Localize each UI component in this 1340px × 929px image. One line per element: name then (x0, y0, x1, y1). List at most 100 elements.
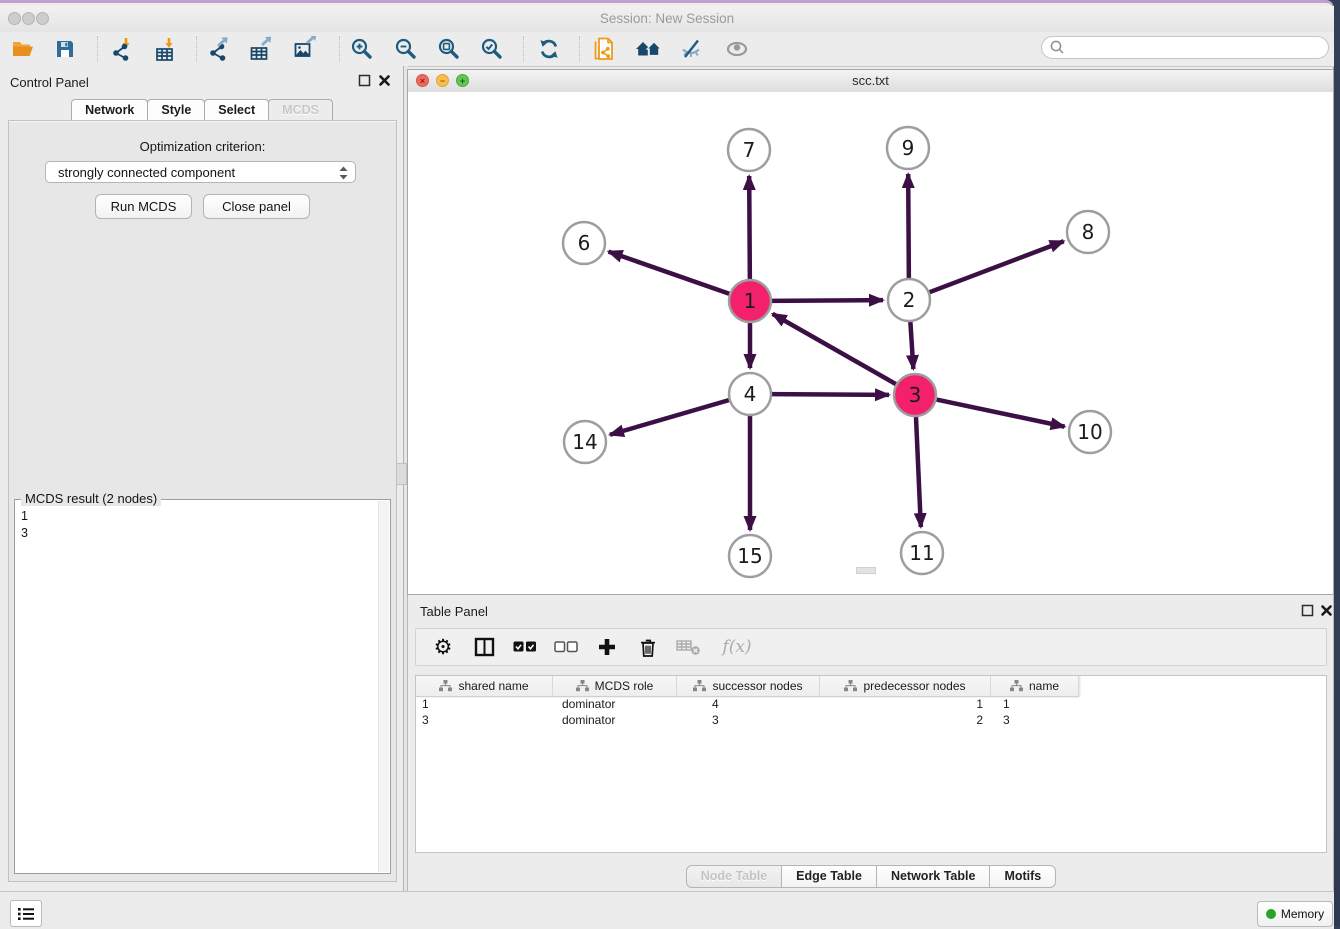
first-neighbors-button[interactable] (632, 34, 666, 64)
open-folder-icon (10, 37, 36, 61)
column-header-predecessor-nodes[interactable]: predecessor nodes (820, 676, 991, 696)
canvas-scroll-grip[interactable] (856, 567, 876, 574)
show-columns-button[interactable] (471, 634, 497, 660)
splitter-grip[interactable] (396, 463, 407, 485)
tab-select[interactable]: Select (204, 99, 269, 121)
float-panel-icon[interactable] (358, 74, 371, 92)
search-box[interactable] (1041, 36, 1329, 59)
task-history-button[interactable] (10, 900, 42, 927)
new-network-from-selection-button[interactable] (588, 34, 622, 64)
export-table-button[interactable] (245, 34, 279, 64)
mcds-result-scrollbar[interactable] (378, 501, 389, 872)
graph-edge-2-8[interactable] (930, 241, 1064, 292)
hierarchy-icon (576, 680, 589, 692)
column-header-successor-nodes[interactable]: successor nodes (677, 676, 820, 696)
graph-edge-4-3[interactable] (772, 394, 889, 395)
hierarchy-icon (439, 680, 452, 692)
tab-network[interactable]: Network (71, 99, 148, 121)
tab-network-table[interactable]: Network Table (876, 865, 991, 888)
hide-selected-button[interactable] (675, 34, 709, 64)
node-table-header: shared nameMCDS rolesuccessor nodesprede… (416, 676, 1079, 697)
optimization-criterion-value: strongly connected component (58, 165, 235, 180)
graph-edge-3-10[interactable] (937, 400, 1065, 427)
mcds-result-box: MCDS result (2 nodes) 1 3 (14, 499, 391, 874)
deselect-all-button[interactable] (553, 634, 579, 660)
toolbar-separator (523, 36, 524, 62)
zoom-fit-button[interactable] (432, 34, 466, 64)
optimization-criterion-select[interactable]: strongly connected component (45, 161, 356, 183)
app-window: Session: New Session (0, 0, 1334, 926)
toolbar-separator (97, 36, 98, 62)
column-header-MCDS-role[interactable]: MCDS role (553, 676, 677, 696)
export-network-button[interactable] (202, 34, 236, 64)
show-all-button[interactable] (720, 34, 754, 64)
mcds-result-text[interactable]: 1 3 (21, 508, 28, 542)
memory-button[interactable]: Memory (1257, 901, 1333, 927)
table-cell: 3 (991, 713, 1079, 729)
graph-edge-1-2[interactable] (772, 300, 883, 301)
delete-column-button[interactable] (635, 634, 661, 660)
table-row[interactable]: 3dominator323 (416, 713, 1326, 729)
hierarchy-icon (693, 680, 706, 692)
unchecked-boxes-icon (554, 641, 578, 653)
trash-icon (638, 636, 658, 658)
delete-table-button[interactable] (676, 634, 702, 660)
search-input[interactable] (1066, 40, 1328, 56)
graph-edge-4-14[interactable] (610, 400, 729, 435)
mcds-result-title: MCDS result (2 nodes) (21, 491, 161, 506)
run-mcds-button[interactable]: Run MCDS (95, 194, 192, 219)
tab-style[interactable]: Style (147, 99, 205, 121)
zoom-out-button[interactable] (389, 34, 423, 64)
function-builder-button[interactable]: f(x) (717, 634, 757, 660)
tab-mcds[interactable]: MCDS (268, 99, 333, 121)
column-header-shared-name[interactable]: shared name (416, 676, 553, 696)
zoom-selected-button[interactable] (475, 34, 509, 64)
refresh-button[interactable] (532, 34, 566, 64)
add-column-button[interactable] (594, 634, 620, 660)
zoom-fit-icon (437, 37, 461, 61)
close-table-panel-icon[interactable] (1320, 604, 1333, 622)
refresh-icon (537, 37, 561, 61)
select-spinner-icon (338, 165, 349, 184)
export-image-button[interactable] (289, 34, 323, 64)
save-session-button[interactable] (48, 34, 82, 64)
table-panel: Table Panel ⚙ (407, 595, 1334, 891)
plus-icon (597, 637, 617, 657)
graph-node-label: 7 (743, 138, 756, 162)
eye-slash-icon (679, 37, 705, 61)
column-header-name[interactable]: name (991, 676, 1079, 696)
close-panel-icon[interactable] (378, 74, 391, 92)
task-list-icon (17, 906, 35, 922)
import-network-button[interactable] (104, 34, 138, 64)
graph-edge-3-1[interactable] (773, 314, 896, 384)
table-options-button[interactable]: ⚙ (430, 634, 456, 660)
float-table-panel-icon[interactable] (1301, 604, 1314, 622)
zoom-out-icon (394, 37, 418, 61)
network-window: × − + scc.txt 7968124314101511 (407, 69, 1334, 595)
select-all-button[interactable] (512, 634, 538, 660)
network-window-title: scc.txt (408, 73, 1333, 88)
graph-edge-1-6[interactable] (609, 252, 730, 294)
tab-motifs[interactable]: Motifs (989, 865, 1056, 888)
graph-edge-2-3[interactable] (910, 322, 913, 369)
node-table[interactable]: shared nameMCDS rolesuccessor nodesprede… (415, 675, 1327, 853)
export-network-icon (206, 36, 232, 62)
import-table-button[interactable] (149, 34, 183, 64)
open-session-button[interactable] (6, 34, 40, 64)
table-row[interactable]: 1dominator411 (416, 697, 1326, 713)
close-panel-button[interactable]: Close panel (203, 194, 310, 219)
zoom-in-button[interactable] (345, 34, 379, 64)
tab-edge-table[interactable]: Edge Table (781, 865, 877, 888)
import-table-icon (154, 36, 178, 62)
toolbar-separator (339, 36, 340, 62)
network-canvas[interactable]: 7968124314101511 (408, 92, 1333, 594)
graph-edge-2-9[interactable] (908, 174, 909, 278)
import-network-icon (109, 36, 133, 62)
graph-edge-1-7[interactable] (749, 176, 750, 279)
table-cell: 3 (677, 713, 820, 729)
graph-edge-3-11[interactable] (916, 417, 921, 527)
table-cell: 3 (416, 713, 553, 729)
tab-node-table[interactable]: Node Table (686, 865, 782, 888)
status-bar: Memory (0, 891, 1334, 929)
graph-node-label: 14 (572, 430, 597, 454)
